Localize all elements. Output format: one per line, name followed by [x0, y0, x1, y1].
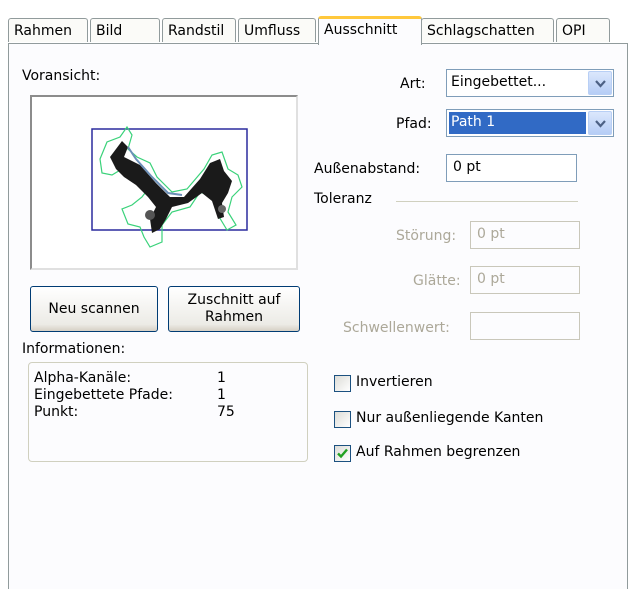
tab-rahmen[interactable]: Rahmen	[8, 18, 88, 42]
stoerung-input[interactable]: 0 pt	[470, 221, 580, 249]
art-label: Art:	[400, 76, 426, 92]
crop-button-label-1: Zuschnitt auf	[187, 292, 281, 308]
info-label-paths: Eingebettete Pfade:	[34, 387, 173, 403]
crop-to-frame-button[interactable]: Zuschnitt auf Rahmen	[168, 286, 300, 332]
tab-schlagschatten[interactable]: Schlagschatten	[421, 18, 554, 42]
schwelle-label: Schwellenwert:	[343, 320, 450, 336]
pfad-value: Path 1	[451, 114, 496, 130]
limit-to-frame-checkbox[interactable]	[334, 445, 351, 462]
art-select[interactable]: Eingebettet...	[446, 69, 614, 97]
art-value: Eingebettet...	[451, 74, 547, 90]
limit-to-frame-label[interactable]: Auf Rahmen begrenzen	[356, 444, 520, 460]
preview-label: Voransicht:	[22, 68, 101, 84]
info-value-point: 75	[217, 404, 235, 420]
invert-label[interactable]: Invertieren	[356, 374, 433, 390]
clipping-preview	[30, 95, 298, 270]
tab-ausschnitt[interactable]: Ausschnitt	[318, 16, 422, 45]
pfad-label: Pfad:	[396, 116, 432, 132]
tab-opi[interactable]: OPI	[556, 18, 610, 42]
tab-randstil[interactable]: Randstil	[162, 18, 236, 42]
chevron-down-icon[interactable]	[588, 71, 612, 95]
stoerung-label: Störung:	[396, 228, 457, 244]
checkmark-icon	[337, 448, 348, 459]
abstand-input[interactable]: 0 pt	[446, 154, 577, 182]
tab-umfluss[interactable]: Umfluss	[238, 18, 316, 42]
schwelle-input[interactable]	[470, 312, 580, 340]
rescan-button[interactable]: Neu scannen	[30, 286, 158, 332]
info-box: Alpha-Kanäle: 1 Eingebettete Pfade: 1 Pu…	[28, 362, 308, 462]
outer-edges-checkbox[interactable]	[334, 411, 351, 428]
info-value-paths: 1	[217, 387, 226, 403]
tab-bild[interactable]: Bild	[90, 18, 160, 42]
tab-strip: Rahmen Bild Randstil Umfluss Ausschnitt …	[8, 16, 628, 45]
pfad-select[interactable]: Path 1	[446, 109, 614, 137]
info-label-point: Punkt:	[34, 404, 79, 420]
info-title: Informationen:	[22, 341, 126, 357]
toleranz-title: Toleranz	[314, 191, 372, 207]
outer-edges-label[interactable]: Nur außenliegende Kanten	[356, 410, 543, 426]
abstand-label: Außenabstand:	[314, 161, 421, 177]
glaette-value: 0 pt	[477, 271, 505, 287]
object-joint	[145, 210, 155, 220]
toleranz-separator	[396, 201, 578, 202]
preview-image	[91, 125, 248, 248]
info-value-alpha: 1	[217, 370, 226, 386]
stoerung-value: 0 pt	[477, 226, 505, 242]
glaette-label: Glätte:	[413, 273, 461, 289]
abstand-value: 0 pt	[453, 159, 481, 175]
info-label-alpha: Alpha-Kanäle:	[34, 370, 132, 386]
crop-button-label-2: Rahmen	[205, 309, 263, 325]
object-joint-2	[218, 205, 226, 213]
rescan-button-label: Neu scannen	[48, 300, 140, 317]
chevron-down-icon[interactable]	[588, 111, 612, 135]
invert-checkbox[interactable]	[334, 375, 351, 392]
glaette-input[interactable]: 0 pt	[470, 266, 580, 294]
